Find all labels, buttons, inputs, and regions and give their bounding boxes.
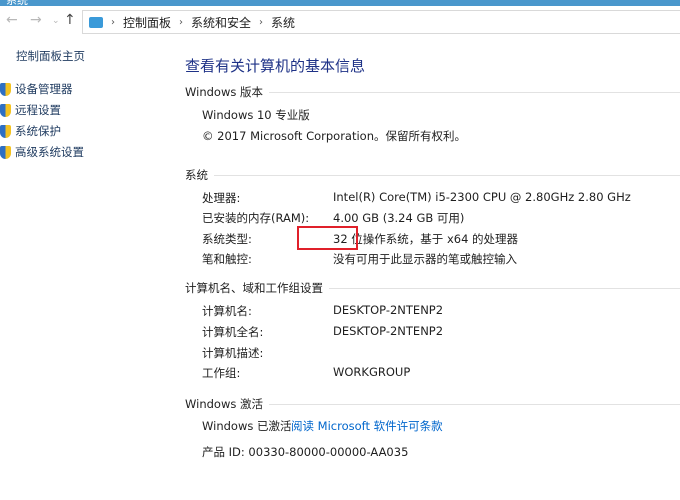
sidebar-item-remote-settings[interactable]: 远程设置 <box>0 102 61 118</box>
processor-value: Intel(R) Core(TM) i5-2300 CPU @ 2.80GHz … <box>333 190 631 204</box>
computer-icon <box>89 16 103 28</box>
computer-name-label: 计算机名: <box>202 304 252 318</box>
pen-touch-value: 没有可用于此显示器的笔或触控输入 <box>333 252 517 266</box>
section-header-computer: 计算机名、域和工作组设置 <box>185 280 680 296</box>
chevron-right-icon: › <box>259 16 264 28</box>
shield-icon <box>0 145 11 159</box>
sidebar-item-label: 高级系统设置 <box>15 145 84 159</box>
processor-label: 处理器: <box>202 191 241 205</box>
address-bar[interactable]: › 控制面板 › 系统和安全 › 系统 <box>82 10 680 34</box>
system-type-label: 系统类型: <box>202 232 252 246</box>
section-header-edition: Windows 版本 <box>185 84 680 100</box>
activation-status: Windows 已激活 <box>202 419 292 433</box>
shield-icon <box>0 82 11 96</box>
shield-icon <box>0 124 11 138</box>
page-title: 查看有关计算机的基本信息 <box>185 57 366 75</box>
sidebar-item-advanced-settings[interactable]: 高级系统设置 <box>0 144 84 160</box>
sidebar-item-system-protection[interactable]: 系统保护 <box>0 123 61 139</box>
back-arrow-icon[interactable]: ← <box>6 12 18 28</box>
breadcrumb-item[interactable]: 系统 <box>271 14 295 31</box>
shield-icon <box>0 103 11 117</box>
up-arrow-icon[interactable]: ↑ <box>64 12 76 28</box>
full-name-label: 计算机全名: <box>202 325 264 339</box>
section-header-activation: Windows 激活 <box>185 396 680 412</box>
sidebar-item-label: 系统保护 <box>15 124 61 138</box>
sidebar-item-label: 设备管理器 <box>15 82 73 96</box>
computer-name-value: DESKTOP-2NTENP2 <box>333 303 444 317</box>
ram-label: 已安装的内存(RAM): <box>202 211 310 225</box>
sidebar-home-link[interactable]: 控制面板主页 <box>16 48 85 64</box>
breadcrumb-item[interactable]: 系统和安全 <box>191 14 251 31</box>
sidebar-item-label: 远程设置 <box>15 103 61 117</box>
chevron-right-icon: › <box>179 16 184 28</box>
copyright: © 2017 Microsoft Corporation。保留所有权利。 <box>202 129 466 143</box>
workgroup-label: 工作组: <box>202 366 241 380</box>
license-terms-link[interactable]: 阅读 Microsoft 软件许可条款 <box>291 418 443 434</box>
edition-name: Windows 10 专业版 <box>202 108 310 122</box>
workgroup-value: WORKGROUP <box>333 365 411 379</box>
description-label: 计算机描述: <box>202 346 264 360</box>
chevron-down-icon[interactable]: ⌄ <box>52 16 60 26</box>
product-id: 产品 ID: 00330-80000-00000-AA035 <box>202 445 409 459</box>
forward-arrow-icon[interactable]: → <box>30 12 42 28</box>
ram-value: 4.00 GB (3.24 GB 可用) <box>333 211 465 225</box>
chevron-right-icon: › <box>111 16 115 28</box>
full-name-value: DESKTOP-2NTENP2 <box>333 324 444 338</box>
system-type-value: 32 位操作系统，基于 x64 的处理器 <box>333 232 519 246</box>
sidebar-item-device-manager[interactable]: 设备管理器 <box>0 81 73 97</box>
navigation-bar: ← → ⌄ ↑ › 控制面板 › 系统和安全 › 系统 <box>0 6 680 36</box>
breadcrumb-item[interactable]: 控制面板 <box>123 14 171 31</box>
highlight-box <box>297 226 358 250</box>
section-header-system: 系统 <box>185 167 680 183</box>
pen-touch-label: 笔和触控: <box>202 252 252 266</box>
